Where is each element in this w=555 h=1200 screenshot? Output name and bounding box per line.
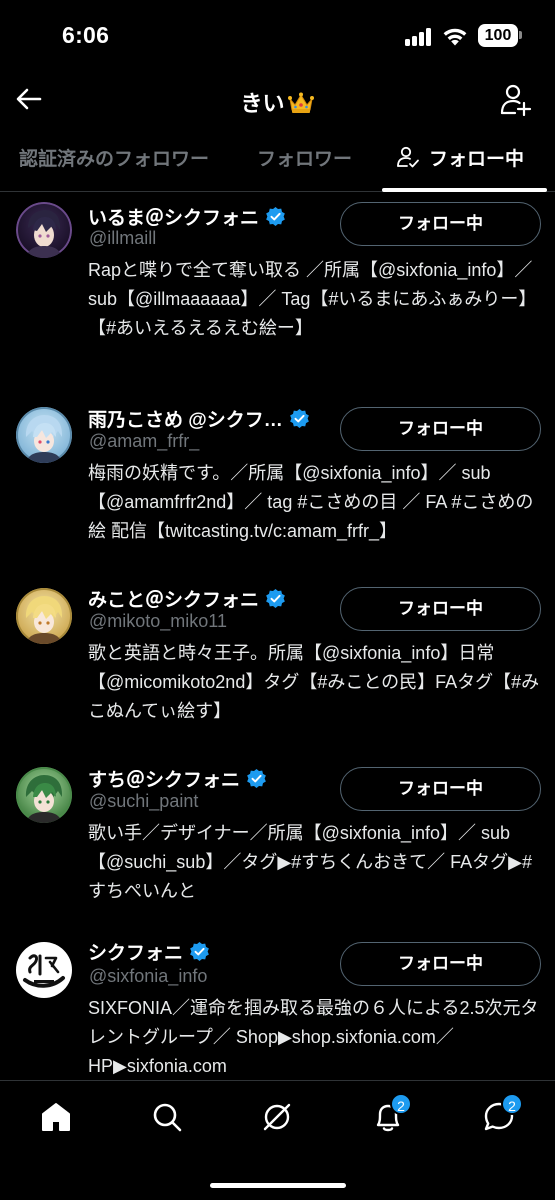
tab-following[interactable]: フォロー中 [396, 134, 524, 190]
list-item[interactable]: 雨乃こさめ @シクフ… @amam_frfr_ フォロー中 梅雨の妖精です。／所… [0, 402, 555, 582]
user-name-text: すち＠シクフォニ [88, 770, 241, 791]
tab-following-label: フォロー中 [429, 149, 525, 170]
user-bio: SIXFONIA／運命を掴み取る最強の６人による2.5次元タレントグループ／ S… [88, 998, 539, 1076]
grok-icon[interactable] [259, 1099, 295, 1135]
user-name[interactable]: いるま＠シクフォニ [88, 203, 286, 230]
tab-followers[interactable]: フォロワー [257, 134, 352, 190]
user-name[interactable]: すち＠シクフォニ [88, 765, 267, 792]
user-name[interactable]: 雨乃こさめ @シクフ… [88, 405, 310, 432]
user-bio: Rapと喋りで全て奪い取る ／所属【@sixfonia_info】／ sub【@… [88, 260, 537, 338]
user-bio: 梅雨の妖精です。／所属【@sixfonia_info】／ sub【@amamfr… [88, 463, 534, 541]
list-item[interactable]: すち＠シクフォニ @suchi_paint フォロー中 歌い手／デザイナー／所属… [0, 762, 555, 942]
add-user-icon[interactable] [500, 82, 532, 116]
verified-badge-icon [266, 588, 285, 609]
user-handle: @suchi_paint [89, 791, 199, 811]
user-handle: @sixfonia_info [89, 966, 208, 986]
user-name-text: みこと＠シクフォニ [88, 590, 260, 611]
avatar-image [16, 767, 72, 823]
following-button[interactable]: フォロー中 [340, 407, 541, 451]
page-title-text: きい [240, 91, 285, 116]
tab-verified-followers[interactable]: 認証済みのフォロワー [19, 134, 209, 190]
messages-badge: 2 [501, 1093, 523, 1115]
avatar-image [16, 588, 72, 644]
notifications-badge: 2 [390, 1093, 412, 1115]
user-name-text: 雨乃こさめ @シクフ… [88, 410, 283, 431]
avatar[interactable] [16, 588, 72, 644]
avatar-image [16, 202, 72, 258]
user-name-text: シクフォニ [88, 943, 184, 964]
avatar[interactable] [16, 407, 72, 463]
home-icon[interactable] [38, 1099, 74, 1135]
avatar[interactable] [16, 767, 72, 823]
status-bar: 6:06 100 [0, 0, 555, 72]
verified-badge-icon [247, 768, 266, 789]
notifications-tab[interactable]: 2 [370, 1093, 412, 1135]
user-handle: @amam_frfr_ [89, 431, 200, 451]
avatar-image [16, 407, 72, 463]
verified-badge-icon [266, 206, 285, 227]
user-bio: 歌い手／デザイナー／所属【@sixfonia_info】／ sub【@suchi… [88, 823, 533, 901]
list-item[interactable]: シクフォニ @sixfonia_info フォロー中 SIXFONIA／運命を掴… [0, 941, 555, 1082]
cellular-signal-icon [405, 28, 433, 46]
header: きい [0, 72, 555, 128]
following-button[interactable]: フォロー中 [340, 767, 541, 811]
person-check-icon [397, 146, 419, 168]
home-indicator [210, 1183, 346, 1188]
following-button[interactable]: フォロー中 [340, 587, 541, 631]
following-list[interactable]: いるま＠シクフォニ @illmaill フォロー中 Rapと喋りで全て奪い取る … [0, 192, 555, 1082]
following-button[interactable]: フォロー中 [340, 942, 541, 986]
avatar-image [17, 943, 71, 997]
battery-indicator: 100 [478, 24, 518, 47]
user-name[interactable]: シクフォニ [88, 938, 210, 965]
battery-tip [519, 31, 522, 39]
list-item[interactable]: みこと＠シクフォニ @mikoto_miko11 フォロー中 歌と英語と時々王子… [0, 582, 555, 762]
wifi-icon [443, 28, 467, 46]
page-title: きい [0, 86, 555, 118]
user-name-text: いるま＠シクフォニ [88, 208, 260, 229]
messages-tab[interactable]: 2 [481, 1093, 523, 1135]
list-item[interactable]: いるま＠シクフォニ @illmaill フォロー中 Rapと喋りで全て奪い取る … [0, 192, 555, 402]
avatar[interactable] [16, 942, 72, 998]
search-icon[interactable] [149, 1099, 185, 1135]
avatar[interactable] [16, 202, 72, 258]
crown-emoji-icon [287, 92, 314, 113]
status-time: 6:06 [62, 22, 110, 48]
user-bio: 歌と英語と時々王子。所属【@sixfonia_info】日常【@micomiko… [88, 643, 540, 721]
tab-bar: 認証済みのフォロワー フォロワー フォロー中 [0, 134, 555, 192]
user-handle: @illmaill [89, 228, 157, 248]
user-name[interactable]: みこと＠シクフォニ [88, 585, 286, 612]
verified-badge-icon [289, 408, 309, 429]
verified-badge-icon [190, 941, 209, 962]
following-button[interactable]: フォロー中 [340, 202, 541, 246]
user-handle: @mikoto_miko11 [89, 611, 227, 631]
bottom-navigation: 2 2 [0, 1080, 555, 1200]
